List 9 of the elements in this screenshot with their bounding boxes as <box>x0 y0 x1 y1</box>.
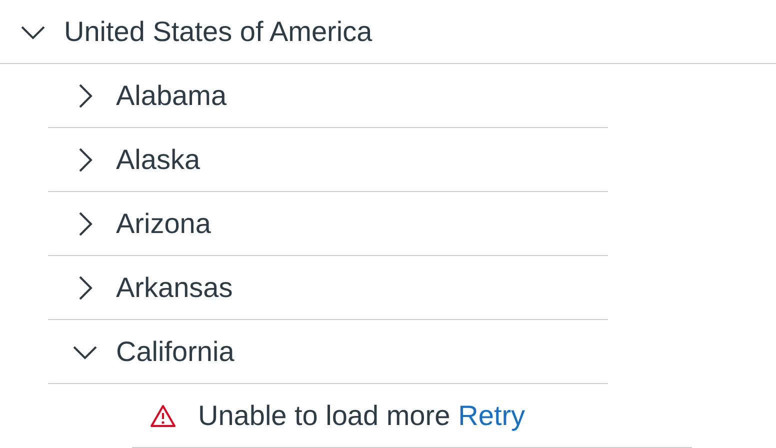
error-message: Unable to load more <box>198 400 450 432</box>
tree-item[interactable]: Alaska <box>48 128 608 192</box>
warning-icon <box>150 404 176 428</box>
tree-item[interactable]: Alabama <box>48 64 608 128</box>
retry-link[interactable]: Retry <box>458 400 526 432</box>
tree-item[interactable]: Arizona <box>48 192 608 256</box>
tree-item[interactable]: California <box>48 320 608 384</box>
tree-item[interactable]: United States of America <box>0 0 776 64</box>
tree-item[interactable]: Arkansas <box>48 256 608 320</box>
